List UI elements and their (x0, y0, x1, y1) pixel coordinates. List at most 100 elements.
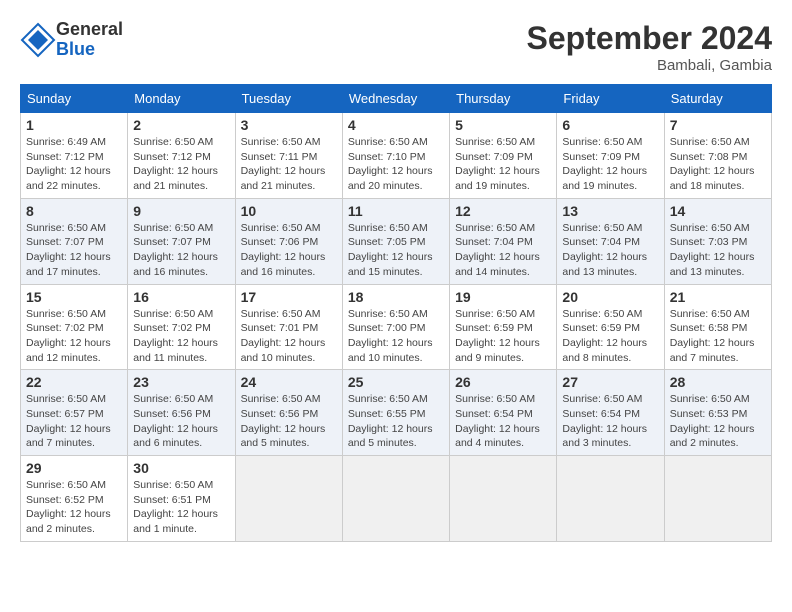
day-number: 20 (562, 289, 658, 305)
calendar-day-cell: 16 Sunrise: 6:50 AMSunset: 7:02 PMDayligh… (128, 284, 235, 370)
day-info: Sunrise: 6:50 AMSunset: 6:54 PMDaylight:… (455, 392, 551, 451)
calendar-day-cell: 20 Sunrise: 6:50 AMSunset: 6:59 PMDayligh… (557, 284, 664, 370)
day-info: Sunrise: 6:50 AMSunset: 6:55 PMDaylight:… (348, 392, 444, 451)
calendar-day-cell: 19Sunrise: 6:50 AMSunset: 6:59 PMDayligh… (450, 284, 557, 370)
day-number: 5 (455, 117, 551, 133)
day-info: Sunrise: 6:50 AMSunset: 6:56 PMDaylight:… (241, 392, 337, 451)
day-info: Sunrise: 6:50 AMSunset: 7:02 PMDaylight:… (26, 307, 122, 366)
calendar-week-row: 15 Sunrise: 6:50 AMSunset: 7:02 PMDayligh… (21, 284, 772, 370)
day-info: Sunrise: 6:50 AMSunset: 6:58 PMDaylight:… (670, 307, 766, 366)
calendar-day-cell: 27Sunrise: 6:50 AMSunset: 6:54 PMDayligh… (557, 370, 664, 456)
day-number: 30 (133, 460, 229, 476)
calendar-day-cell: 2 Sunrise: 6:50 AMSunset: 7:12 PMDaylight… (128, 113, 235, 199)
title-area: September 2024 Bambali, Gambia (527, 20, 772, 74)
day-number: 4 (348, 117, 444, 133)
column-header-sunday: Sunday (21, 85, 128, 113)
empty-cell (342, 456, 449, 542)
calendar-day-cell: 3 Sunrise: 6:50 AMSunset: 7:11 PMDaylight… (235, 113, 342, 199)
day-info: Sunrise: 6:50 AMSunset: 7:03 PMDaylight:… (670, 221, 766, 280)
day-info: Sunrise: 6:50 AMSunset: 7:06 PMDaylight:… (241, 221, 337, 280)
empty-cell (664, 456, 771, 542)
day-info: Sunrise: 6:50 AMSunset: 7:01 PMDaylight:… (241, 307, 337, 366)
day-info: Sunrise: 6:49 AMSunset: 7:12 PMDaylight:… (26, 135, 122, 194)
calendar-week-row: 29 Sunrise: 6:50 AMSunset: 6:52 PMDayligh… (21, 456, 772, 542)
day-info: Sunrise: 6:50 AMSunset: 6:57 PMDaylight:… (26, 392, 122, 451)
calendar-day-cell: 25 Sunrise: 6:50 AMSunset: 6:55 PMDayligh… (342, 370, 449, 456)
column-header-monday: Monday (128, 85, 235, 113)
calendar-day-cell: 14 Sunrise: 6:50 AMSunset: 7:03 PMDayligh… (664, 198, 771, 284)
calendar-day-cell: 10 Sunrise: 6:50 AMSunset: 7:06 PMDayligh… (235, 198, 342, 284)
calendar-day-cell: 23 Sunrise: 6:50 AMSunset: 6:56 PMDayligh… (128, 370, 235, 456)
day-info: Sunrise: 6:50 AMSunset: 7:09 PMDaylight:… (562, 135, 658, 194)
day-info: Sunrise: 6:50 AMSunset: 7:07 PMDaylight:… (133, 221, 229, 280)
day-info: Sunrise: 6:50 AMSunset: 6:54 PMDaylight:… (562, 392, 658, 451)
calendar-day-cell: 26 Sunrise: 6:50 AMSunset: 6:54 PMDayligh… (450, 370, 557, 456)
column-header-saturday: Saturday (664, 85, 771, 113)
day-number: 13 (562, 203, 658, 219)
calendar-week-row: 8 Sunrise: 6:50 AMSunset: 7:07 PMDaylight… (21, 198, 772, 284)
day-number: 24 (241, 374, 337, 390)
logo-text-blue: Blue (56, 40, 123, 60)
calendar-day-cell: 8 Sunrise: 6:50 AMSunset: 7:07 PMDaylight… (21, 198, 128, 284)
calendar-day-cell: 1Sunrise: 6:49 AMSunset: 7:12 PMDaylight… (21, 113, 128, 199)
month-year: September 2024 (527, 20, 772, 57)
column-header-tuesday: Tuesday (235, 85, 342, 113)
day-info: Sunrise: 6:50 AMSunset: 7:11 PMDaylight:… (241, 135, 337, 194)
day-number: 12 (455, 203, 551, 219)
day-number: 26 (455, 374, 551, 390)
calendar-header-row: SundayMondayTuesdayWednesdayThursdayFrid… (21, 85, 772, 113)
calendar-week-row: 22 Sunrise: 6:50 AMSunset: 6:57 PMDayligh… (21, 370, 772, 456)
day-number: 10 (241, 203, 337, 219)
calendar-day-cell: 21Sunrise: 6:50 AMSunset: 6:58 PMDayligh… (664, 284, 771, 370)
day-info: Sunrise: 6:50 AMSunset: 7:00 PMDaylight:… (348, 307, 444, 366)
column-header-thursday: Thursday (450, 85, 557, 113)
day-number: 11 (348, 203, 444, 219)
day-info: Sunrise: 6:50 AMSunset: 7:12 PMDaylight:… (133, 135, 229, 194)
calendar-day-cell: 12Sunrise: 6:50 AMSunset: 7:04 PMDayligh… (450, 198, 557, 284)
day-number: 7 (670, 117, 766, 133)
empty-cell (235, 456, 342, 542)
calendar-day-cell: 11 Sunrise: 6:50 AMSunset: 7:05 PMDayligh… (342, 198, 449, 284)
day-number: 25 (348, 374, 444, 390)
column-header-wednesday: Wednesday (342, 85, 449, 113)
day-info: Sunrise: 6:50 AMSunset: 7:09 PMDaylight:… (455, 135, 551, 194)
day-info: Sunrise: 6:50 AMSunset: 6:52 PMDaylight:… (26, 478, 122, 537)
day-number: 8 (26, 203, 122, 219)
header: General Blue September 2024 Bambali, Gam… (20, 20, 772, 74)
calendar-day-cell: 18Sunrise: 6:50 AMSunset: 7:00 PMDayligh… (342, 284, 449, 370)
logo-icon (20, 22, 56, 58)
day-info: Sunrise: 6:50 AMSunset: 7:05 PMDaylight:… (348, 221, 444, 280)
day-number: 29 (26, 460, 122, 476)
day-info: Sunrise: 6:50 AMSunset: 7:10 PMDaylight:… (348, 135, 444, 194)
calendar-day-cell: 22 Sunrise: 6:50 AMSunset: 6:57 PMDayligh… (21, 370, 128, 456)
calendar-day-cell: 7 Sunrise: 6:50 AMSunset: 7:08 PMDaylight… (664, 113, 771, 199)
calendar: SundayMondayTuesdayWednesdayThursdayFrid… (20, 84, 772, 542)
day-number: 2 (133, 117, 229, 133)
day-number: 14 (670, 203, 766, 219)
day-info: Sunrise: 6:50 AMSunset: 7:07 PMDaylight:… (26, 221, 122, 280)
calendar-day-cell: 4 Sunrise: 6:50 AMSunset: 7:10 PMDaylight… (342, 113, 449, 199)
calendar-day-cell: 28 Sunrise: 6:50 AMSunset: 6:53 PMDayligh… (664, 370, 771, 456)
day-info: Sunrise: 6:50 AMSunset: 6:59 PMDaylight:… (562, 307, 658, 366)
calendar-week-row: 1Sunrise: 6:49 AMSunset: 7:12 PMDaylight… (21, 113, 772, 199)
day-number: 17 (241, 289, 337, 305)
day-number: 28 (670, 374, 766, 390)
day-info: Sunrise: 6:50 AMSunset: 6:53 PMDaylight:… (670, 392, 766, 451)
calendar-day-cell: 9Sunrise: 6:50 AMSunset: 7:07 PMDaylight… (128, 198, 235, 284)
day-number: 15 (26, 289, 122, 305)
day-info: Sunrise: 6:50 AMSunset: 6:56 PMDaylight:… (133, 392, 229, 451)
empty-cell (450, 456, 557, 542)
logo: General Blue (20, 20, 123, 60)
calendar-day-cell: 13Sunrise: 6:50 AMSunset: 7:04 PMDayligh… (557, 198, 664, 284)
location: Bambali, Gambia (527, 57, 772, 74)
day-info: Sunrise: 6:50 AMSunset: 7:02 PMDaylight:… (133, 307, 229, 366)
calendar-day-cell: 6 Sunrise: 6:50 AMSunset: 7:09 PMDaylight… (557, 113, 664, 199)
day-number: 6 (562, 117, 658, 133)
column-header-friday: Friday (557, 85, 664, 113)
empty-cell (557, 456, 664, 542)
day-number: 23 (133, 374, 229, 390)
day-number: 16 (133, 289, 229, 305)
day-info: Sunrise: 6:50 AMSunset: 7:08 PMDaylight:… (670, 135, 766, 194)
day-number: 22 (26, 374, 122, 390)
day-number: 3 (241, 117, 337, 133)
